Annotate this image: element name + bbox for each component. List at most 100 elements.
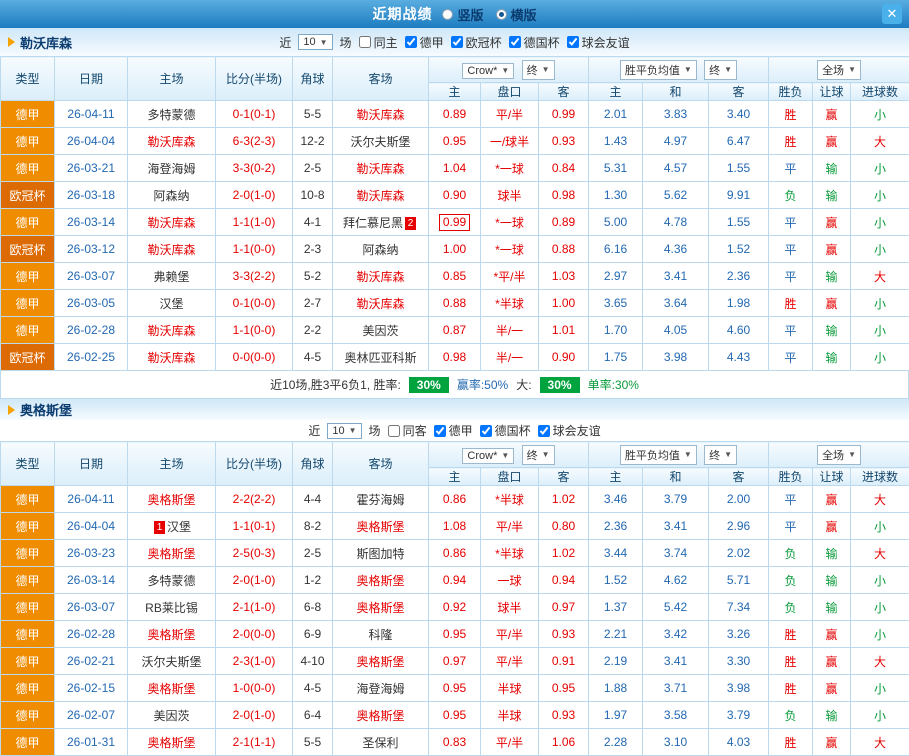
corner-cell: 6-9: [293, 621, 333, 648]
odds-stage-dropdown[interactable]: 终▼: [522, 445, 555, 465]
avg-stage-dropdown[interactable]: 终▼: [704, 445, 737, 465]
radio-label-horizontal: 横版: [511, 5, 537, 24]
checkbox-input[interactable]: [434, 425, 446, 437]
match-date-cell: 26-02-15: [55, 675, 128, 702]
corner-cell: 4-10: [293, 648, 333, 675]
avg-source-dropdown[interactable]: 胜平负均值▼: [620, 445, 697, 465]
league-type-cell: 德甲: [1, 263, 55, 290]
home-team-cell: 海登海姆: [128, 155, 216, 182]
avg-odds-cell: 3.41: [643, 263, 709, 290]
odds-cell: 1.00: [429, 236, 481, 263]
checkbox-input[interactable]: [538, 425, 550, 437]
scope-value: 全场: [822, 447, 844, 463]
avg-odds-cell: 1.55: [709, 209, 769, 236]
odds-value: 0.95: [552, 681, 575, 695]
match-count-dropdown[interactable]: 10▼: [298, 34, 332, 50]
odds-stage-value: 终: [527, 62, 538, 78]
checkbox-input[interactable]: [567, 36, 579, 48]
checkbox-input[interactable]: [388, 425, 400, 437]
odds-value: 0.94: [552, 573, 575, 587]
checkbox-label: 德甲: [420, 34, 444, 51]
odds-value: 1.00: [552, 296, 575, 310]
goals-result-cell: 大: [851, 486, 909, 513]
avg-odds-cell: 3.74: [643, 540, 709, 567]
team-name: 弗赖堡: [153, 270, 189, 284]
horizontal-layout-radio[interactable]: 横版: [496, 5, 537, 24]
avg-odds-cell: 4.78: [643, 209, 709, 236]
col-odds-handicap: 盘口: [481, 83, 539, 101]
filter-checkbox-德甲[interactable]: 德甲: [434, 422, 473, 439]
checkbox-input[interactable]: [451, 36, 463, 48]
avg-odds-cell: 6.47: [709, 128, 769, 155]
avg-odds-cell: 1.43: [589, 128, 643, 155]
filter-checkbox-球会友谊[interactable]: 球会友谊: [538, 422, 601, 439]
team-name: 奥格斯堡: [356, 601, 404, 615]
red-card-badge: 1: [154, 521, 165, 534]
checkbox-input[interactable]: [480, 425, 492, 437]
chevron-down-icon: ▼: [542, 65, 550, 74]
col-home: 主场: [128, 442, 216, 486]
avg-source-dropdown[interactable]: 胜平负均值▼: [620, 60, 697, 80]
handicap-result-cell: 赢: [813, 486, 851, 513]
handicap-result-cell: 赢: [813, 648, 851, 675]
odds-value: 0.88: [443, 296, 466, 310]
avg-odds-cell: 5.42: [643, 594, 709, 621]
team-name: RB莱比锡: [145, 601, 198, 615]
radio-selected-icon: [496, 9, 507, 20]
scope-dropdown[interactable]: 全场 ▼: [817, 60, 861, 80]
avg-stage-dropdown[interactable]: 终▼: [704, 60, 737, 80]
col-avg-away: 客: [709, 468, 769, 486]
odds-stage-dropdown[interactable]: 终▼: [522, 60, 555, 80]
odds-cell: 0.87: [429, 317, 481, 344]
goals-result-cell: 小: [851, 621, 909, 648]
match-date-cell: 26-04-04: [55, 128, 128, 155]
team-name: 勒沃库森: [147, 351, 195, 365]
checkbox-input[interactable]: [359, 36, 371, 48]
odds-cell: 平/半: [481, 729, 539, 756]
odds-value: 0.99: [439, 214, 470, 231]
team-name: 多特蒙德: [147, 574, 195, 588]
summary-part: 30%: [409, 377, 449, 393]
filter-checkbox-同客[interactable]: 同客: [388, 422, 427, 439]
corner-cell: 8-2: [293, 513, 333, 540]
augsburg-filter-bar: 近10▼场同客德甲德国杯球会友谊: [0, 422, 909, 439]
chevron-down-icon: ▼: [848, 65, 856, 74]
odds-cell: 0.92: [429, 594, 481, 621]
odds-source-dropdown[interactable]: Crow*▼: [462, 63, 514, 79]
odds-value: 平/半: [496, 520, 523, 534]
avg-odds-cell: 3.98: [643, 344, 709, 371]
match-row: 德甲26-04-11多特蒙德0-1(0-1)5-5勒沃库森0.89平/半0.99…: [1, 101, 909, 128]
scope-dropdown[interactable]: 全场▼: [817, 445, 861, 465]
odds-cell: 0.80: [539, 513, 589, 540]
checkbox-input[interactable]: [509, 36, 521, 48]
chevron-down-icon: ▼: [501, 66, 509, 75]
col-avg-home: 主: [589, 468, 643, 486]
odds-cell: 球半: [481, 594, 539, 621]
checkbox-input[interactable]: [405, 36, 417, 48]
odds-cell: 一/球半: [481, 128, 539, 155]
col-avg-draw: 和: [643, 468, 709, 486]
avg-odds-cell: 3.98: [709, 675, 769, 702]
wdl-result-cell: 胜: [769, 648, 813, 675]
odds-value: 0.85: [443, 269, 466, 283]
match-count-dropdown[interactable]: 10▼: [327, 423, 361, 439]
vertical-layout-radio[interactable]: 竖版: [442, 5, 483, 24]
odds-source-dropdown[interactable]: Crow*▼: [462, 448, 514, 464]
filter-checkbox-德国杯[interactable]: 德国杯: [480, 422, 531, 439]
filter-checkbox-同主[interactable]: 同主: [359, 34, 398, 51]
league-type-cell: 德甲: [1, 317, 55, 344]
home-team-cell: 奥格斯堡: [128, 621, 216, 648]
chevron-down-icon: ▼: [320, 38, 328, 47]
scope-value: 全场: [822, 62, 844, 78]
league-type-cell: 德甲: [1, 290, 55, 317]
filter-checkbox-德甲[interactable]: 德甲: [405, 34, 444, 51]
close-icon[interactable]: ✕: [882, 4, 902, 24]
score-cell: 2-0(1-0): [216, 702, 293, 729]
filter-checkbox-球会友谊[interactable]: 球会友谊: [567, 34, 630, 51]
filter-checkbox-欧冠杯[interactable]: 欧冠杯: [451, 34, 502, 51]
league-type-cell: 德甲: [1, 540, 55, 567]
filter-checkbox-德国杯[interactable]: 德国杯: [509, 34, 560, 51]
team-name: 勒沃库森: [356, 189, 404, 203]
team-name: 勒沃库森: [147, 135, 195, 149]
handicap-result-cell: 输: [813, 344, 851, 371]
